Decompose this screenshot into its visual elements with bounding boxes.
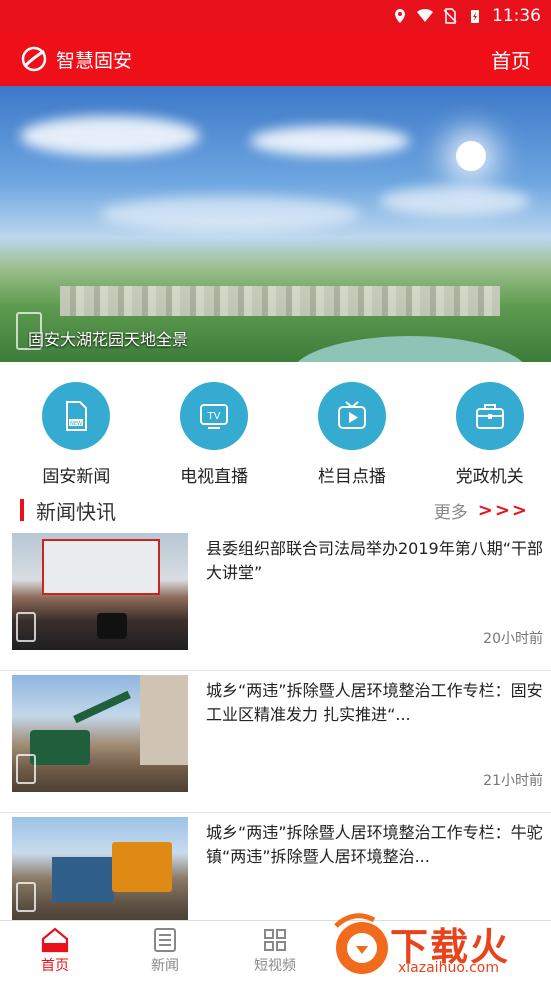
- news-thumbnail: [12, 533, 188, 650]
- shortcut-vod[interactable]: 栏目点播: [291, 382, 414, 492]
- wifi-icon: [417, 8, 433, 22]
- news-item[interactable]: 县委组织部联合司法局举办2019年第八期“干部大讲堂” 20小时前: [0, 533, 551, 671]
- shortcut-gov[interactable]: 党政机关: [428, 382, 551, 492]
- tab-short-video[interactable]: 短视频: [220, 921, 330, 981]
- shortcut-grid: NEW 固安新闻 TV 电视直播 栏目点播 党政机关: [0, 382, 551, 492]
- svg-text:TV: TV: [207, 411, 221, 422]
- shortcut-vod-label: 栏目点播: [317, 467, 386, 487]
- more-arrows-icon[interactable]: >>>: [478, 500, 529, 521]
- svg-text:NEW: NEW: [70, 421, 82, 427]
- news-section-header: 新闻快讯 更多 >>>: [0, 492, 551, 528]
- app-logo-icon: [21, 46, 47, 72]
- grid-icon: [264, 929, 286, 951]
- brand-watermark: 下载火 xiazaihuo.com: [326, 908, 551, 981]
- video-play-icon: [317, 382, 386, 450]
- tab-home-label: 首页: [41, 958, 69, 974]
- status-bar: 11:36: [0, 0, 551, 32]
- location-icon: [395, 9, 405, 23]
- news-file-icon: NEW: [42, 382, 111, 450]
- news-item[interactable]: 城乡“两违”拆除暨人居环境整治工作专栏：固安工业区精准发力 扎实推进“... 2…: [0, 675, 551, 813]
- tab-news[interactable]: 新闻: [110, 921, 220, 981]
- news-thumbnail: [12, 675, 188, 792]
- tv-icon: TV: [180, 382, 249, 450]
- tab-short-video-label: 短视频: [254, 958, 296, 974]
- watermark-icon: [16, 882, 36, 912]
- section-title: 新闻快讯: [36, 499, 116, 524]
- section-accent-bar: [20, 499, 24, 521]
- lake: [290, 336, 530, 362]
- briefcase-icon: [455, 382, 524, 450]
- home-link[interactable]: 首页: [491, 45, 531, 74]
- shortcut-tv-live[interactable]: TV 电视直播: [153, 382, 276, 492]
- app-header: 智慧固安 首页: [0, 32, 551, 86]
- banner-caption: 固安大湖花园天地全景: [28, 330, 189, 349]
- newspaper-icon: [154, 928, 176, 952]
- watermark-icon: [16, 612, 36, 642]
- no-sim-icon: [443, 8, 457, 24]
- news-time: 20小时前: [483, 631, 543, 647]
- sun: [456, 141, 486, 171]
- brand-url: xiazaihuo.com: [398, 960, 499, 976]
- home-icon: [41, 927, 69, 953]
- news-time: 21小时前: [483, 773, 543, 789]
- shortcut-gov-label: 党政机关: [455, 467, 524, 487]
- news-title: 县委组织部联合司法局举办2019年第八期“干部大讲堂”: [206, 539, 544, 582]
- tab-news-label: 新闻: [151, 958, 179, 974]
- banner-carousel[interactable]: 固安大湖花园天地全景: [0, 86, 551, 362]
- status-time: 11:36: [492, 6, 541, 26]
- city-skyline: [60, 286, 500, 316]
- news-title: 城乡“两违”拆除暨人居环境整治工作专栏：牛驼镇“两违”拆除暨人居环境整治...: [206, 823, 543, 866]
- app-title: 智慧固安: [56, 49, 133, 72]
- shortcut-news[interactable]: NEW 固安新闻: [15, 382, 138, 492]
- shortcut-tv-label: 电视直播: [180, 467, 249, 487]
- shortcut-news-label: 固安新闻: [42, 467, 111, 487]
- news-thumbnail: [12, 817, 188, 920]
- more-link[interactable]: 更多: [434, 498, 468, 523]
- tab-home[interactable]: 首页: [0, 921, 110, 981]
- battery-charging-icon: [471, 10, 479, 23]
- news-title: 城乡“两违”拆除暨人居环境整治工作专栏：固安工业区精准发力 扎实推进“...: [206, 681, 543, 724]
- watermark-icon: [16, 754, 36, 784]
